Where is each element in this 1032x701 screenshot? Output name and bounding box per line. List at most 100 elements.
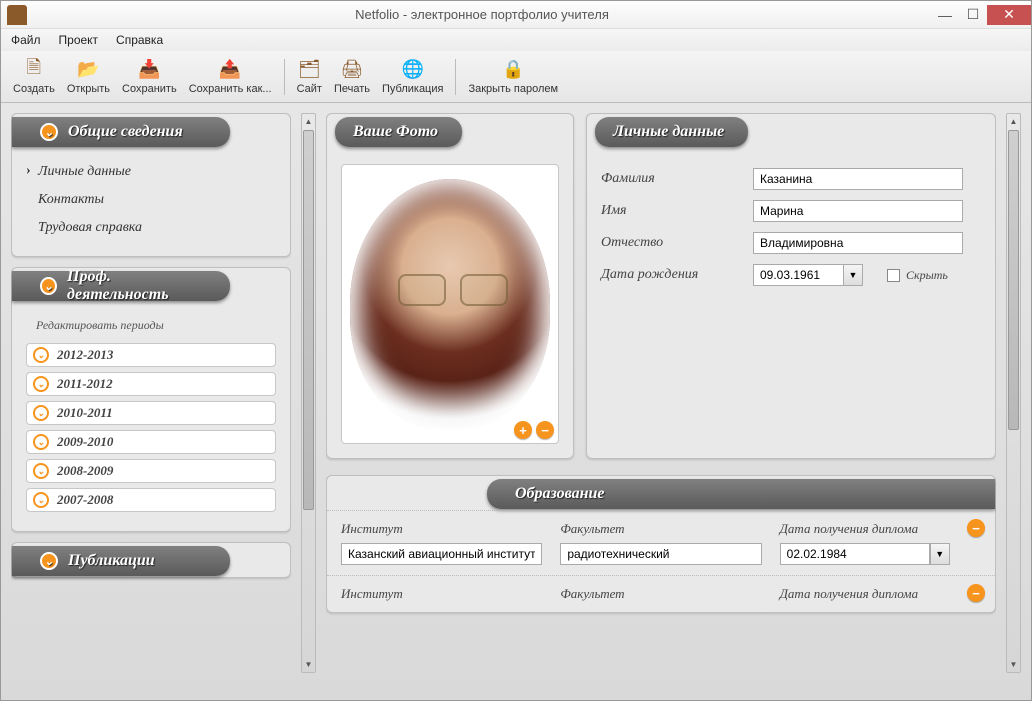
dob-dropdown[interactable]: ▼: [843, 264, 863, 286]
minimize-button[interactable]: —: [931, 5, 959, 25]
label-inst: Институт: [341, 586, 542, 602]
label-dob: Дата рождения: [601, 267, 741, 283]
label-lastname: Фамилия: [601, 171, 741, 187]
scroll-thumb[interactable]: [1008, 130, 1019, 430]
edu-row-delete[interactable]: −: [967, 584, 985, 602]
main-pane: Ваше Фото + − Личные данные Фамилия: [326, 113, 996, 690]
lock-icon: 🔒: [501, 59, 525, 81]
checkbox-icon: [887, 269, 900, 282]
photo-add-button[interactable]: +: [514, 421, 532, 439]
content: ⌄Общие сведения Личные данные Контакты Т…: [1, 103, 1031, 700]
input-lastname[interactable]: [753, 168, 963, 190]
photo-remove-button[interactable]: −: [536, 421, 554, 439]
panel-pub: ⌄Публикации: [11, 542, 291, 578]
main-scrollbar[interactable]: ▲▼: [1006, 113, 1021, 673]
edu-row: − Институт Факультет Дата получения дипл…: [327, 510, 995, 575]
label-patronymic: Отчество: [601, 235, 741, 251]
tool-open[interactable]: 📂Открыть: [61, 57, 116, 97]
print-icon: 🖨: [340, 59, 364, 81]
edu-row: − Институт Факультет Дата получения дипл…: [327, 575, 995, 612]
photo-box: + −: [341, 164, 559, 444]
folder-open-icon: 📂: [76, 59, 100, 81]
label-fac: Факультет: [560, 586, 761, 602]
toolbar-sep: [284, 59, 285, 95]
period-item[interactable]: ⌄2012-2013: [26, 343, 276, 367]
toolbar: 🗎Создать 📂Открыть 📥Сохранить 📤Сохранить …: [1, 51, 1031, 103]
tool-saveas[interactable]: 📤Сохранить как...: [183, 57, 278, 97]
edit-periods[interactable]: Редактировать периоды: [26, 312, 276, 343]
panel-personal: Личные данные Фамилия Имя Отчество: [586, 113, 996, 459]
panel-photo: Ваше Фото + −: [326, 113, 574, 459]
sidebar-scrollbar[interactable]: ▲▼: [301, 113, 316, 673]
period-item[interactable]: ⌄2008-2009: [26, 459, 276, 483]
period-item[interactable]: ⌄2011-2012: [26, 372, 276, 396]
input-inst[interactable]: [341, 543, 542, 565]
label-date: Дата получения диплома: [780, 586, 981, 602]
panel-general: ⌄Общие сведения Личные данные Контакты Т…: [11, 113, 291, 257]
expand-icon: ⌄: [40, 277, 57, 295]
toolbar-sep: [455, 59, 456, 95]
scroll-thumb[interactable]: [303, 130, 314, 510]
scroll-up-icon[interactable]: ▲: [302, 114, 315, 129]
site-icon: 🗂: [297, 59, 321, 81]
label-firstname: Имя: [601, 203, 741, 219]
tab-personal: Личные данные: [595, 117, 748, 147]
globe-icon: 🌐: [401, 59, 425, 81]
title-bar: Netfolio - электронное портфолио учителя…: [1, 1, 1031, 29]
tool-site[interactable]: 🗂Сайт: [291, 57, 328, 97]
chevron-down-icon: ⌄: [33, 463, 49, 479]
edu-row-delete[interactable]: −: [967, 519, 985, 537]
period-item[interactable]: ⌄2009-2010: [26, 430, 276, 454]
input-dob[interactable]: [753, 264, 843, 286]
tab-education: Образование: [487, 479, 995, 509]
menu-help[interactable]: Справка: [116, 33, 163, 47]
scroll-down-icon[interactable]: ▼: [302, 657, 315, 672]
edu-date-dropdown[interactable]: ▼: [930, 543, 950, 565]
label-fac: Факультет: [560, 521, 761, 537]
file-icon: 🗎: [22, 59, 46, 81]
label-date: Дата получения диплома: [780, 521, 981, 537]
save-icon: 📥: [137, 59, 161, 81]
tool-save[interactable]: 📥Сохранить: [116, 57, 183, 97]
tab-prof[interactable]: ⌄Проф. деятельность: [12, 271, 230, 301]
period-item[interactable]: ⌄2007-2008: [26, 488, 276, 512]
tool-print[interactable]: 🖨Печать: [328, 57, 376, 97]
app-icon: [7, 5, 27, 25]
menu-project[interactable]: Проект: [59, 33, 99, 47]
period-item[interactable]: ⌄2010-2011: [26, 401, 276, 425]
chevron-down-icon: ⌄: [33, 492, 49, 508]
menu-file[interactable]: Файл: [11, 33, 41, 47]
expand-icon: ⌄: [40, 552, 58, 570]
panel-education: Образование − Институт Факультет Дата по…: [326, 475, 996, 613]
maximize-button[interactable]: ☐: [959, 5, 987, 25]
input-patronymic[interactable]: [753, 232, 963, 254]
expand-icon: ⌄: [40, 123, 58, 141]
nav-work[interactable]: Трудовая справка: [26, 214, 276, 242]
nav-contacts[interactable]: Контакты: [26, 186, 276, 214]
tool-lock[interactable]: 🔒Закрыть паролем: [462, 57, 564, 97]
input-edu-date[interactable]: [780, 543, 930, 565]
nav-personal[interactable]: Личные данные: [26, 158, 276, 186]
tab-pub[interactable]: ⌄Публикации: [12, 546, 230, 576]
chevron-down-icon: ⌄: [33, 434, 49, 450]
chevron-down-icon: ⌄: [33, 405, 49, 421]
hide-dob-checkbox[interactable]: Скрыть: [887, 268, 948, 283]
close-button[interactable]: ✕: [987, 5, 1031, 25]
chevron-down-icon: ⌄: [33, 376, 49, 392]
input-fac[interactable]: [560, 543, 761, 565]
glasses-icon: [398, 274, 508, 304]
saveas-icon: 📤: [218, 59, 242, 81]
user-photo: [350, 179, 550, 429]
chevron-down-icon: ⌄: [33, 347, 49, 363]
input-firstname[interactable]: [753, 200, 963, 222]
tool-create[interactable]: 🗎Создать: [7, 57, 61, 97]
scroll-down-icon[interactable]: ▼: [1007, 657, 1020, 672]
tab-general[interactable]: ⌄Общие сведения: [12, 117, 230, 147]
menu-bar: Файл Проект Справка: [1, 29, 1031, 51]
scroll-up-icon[interactable]: ▲: [1007, 114, 1020, 129]
tab-photo: Ваше Фото: [335, 117, 462, 147]
window-title: Netfolio - электронное портфолио учителя: [33, 7, 931, 22]
panel-prof: ⌄Проф. деятельность Редактировать период…: [11, 267, 291, 532]
sidebar: ⌄Общие сведения Личные данные Контакты Т…: [11, 113, 291, 690]
tool-publish[interactable]: 🌐Публикация: [376, 57, 449, 97]
